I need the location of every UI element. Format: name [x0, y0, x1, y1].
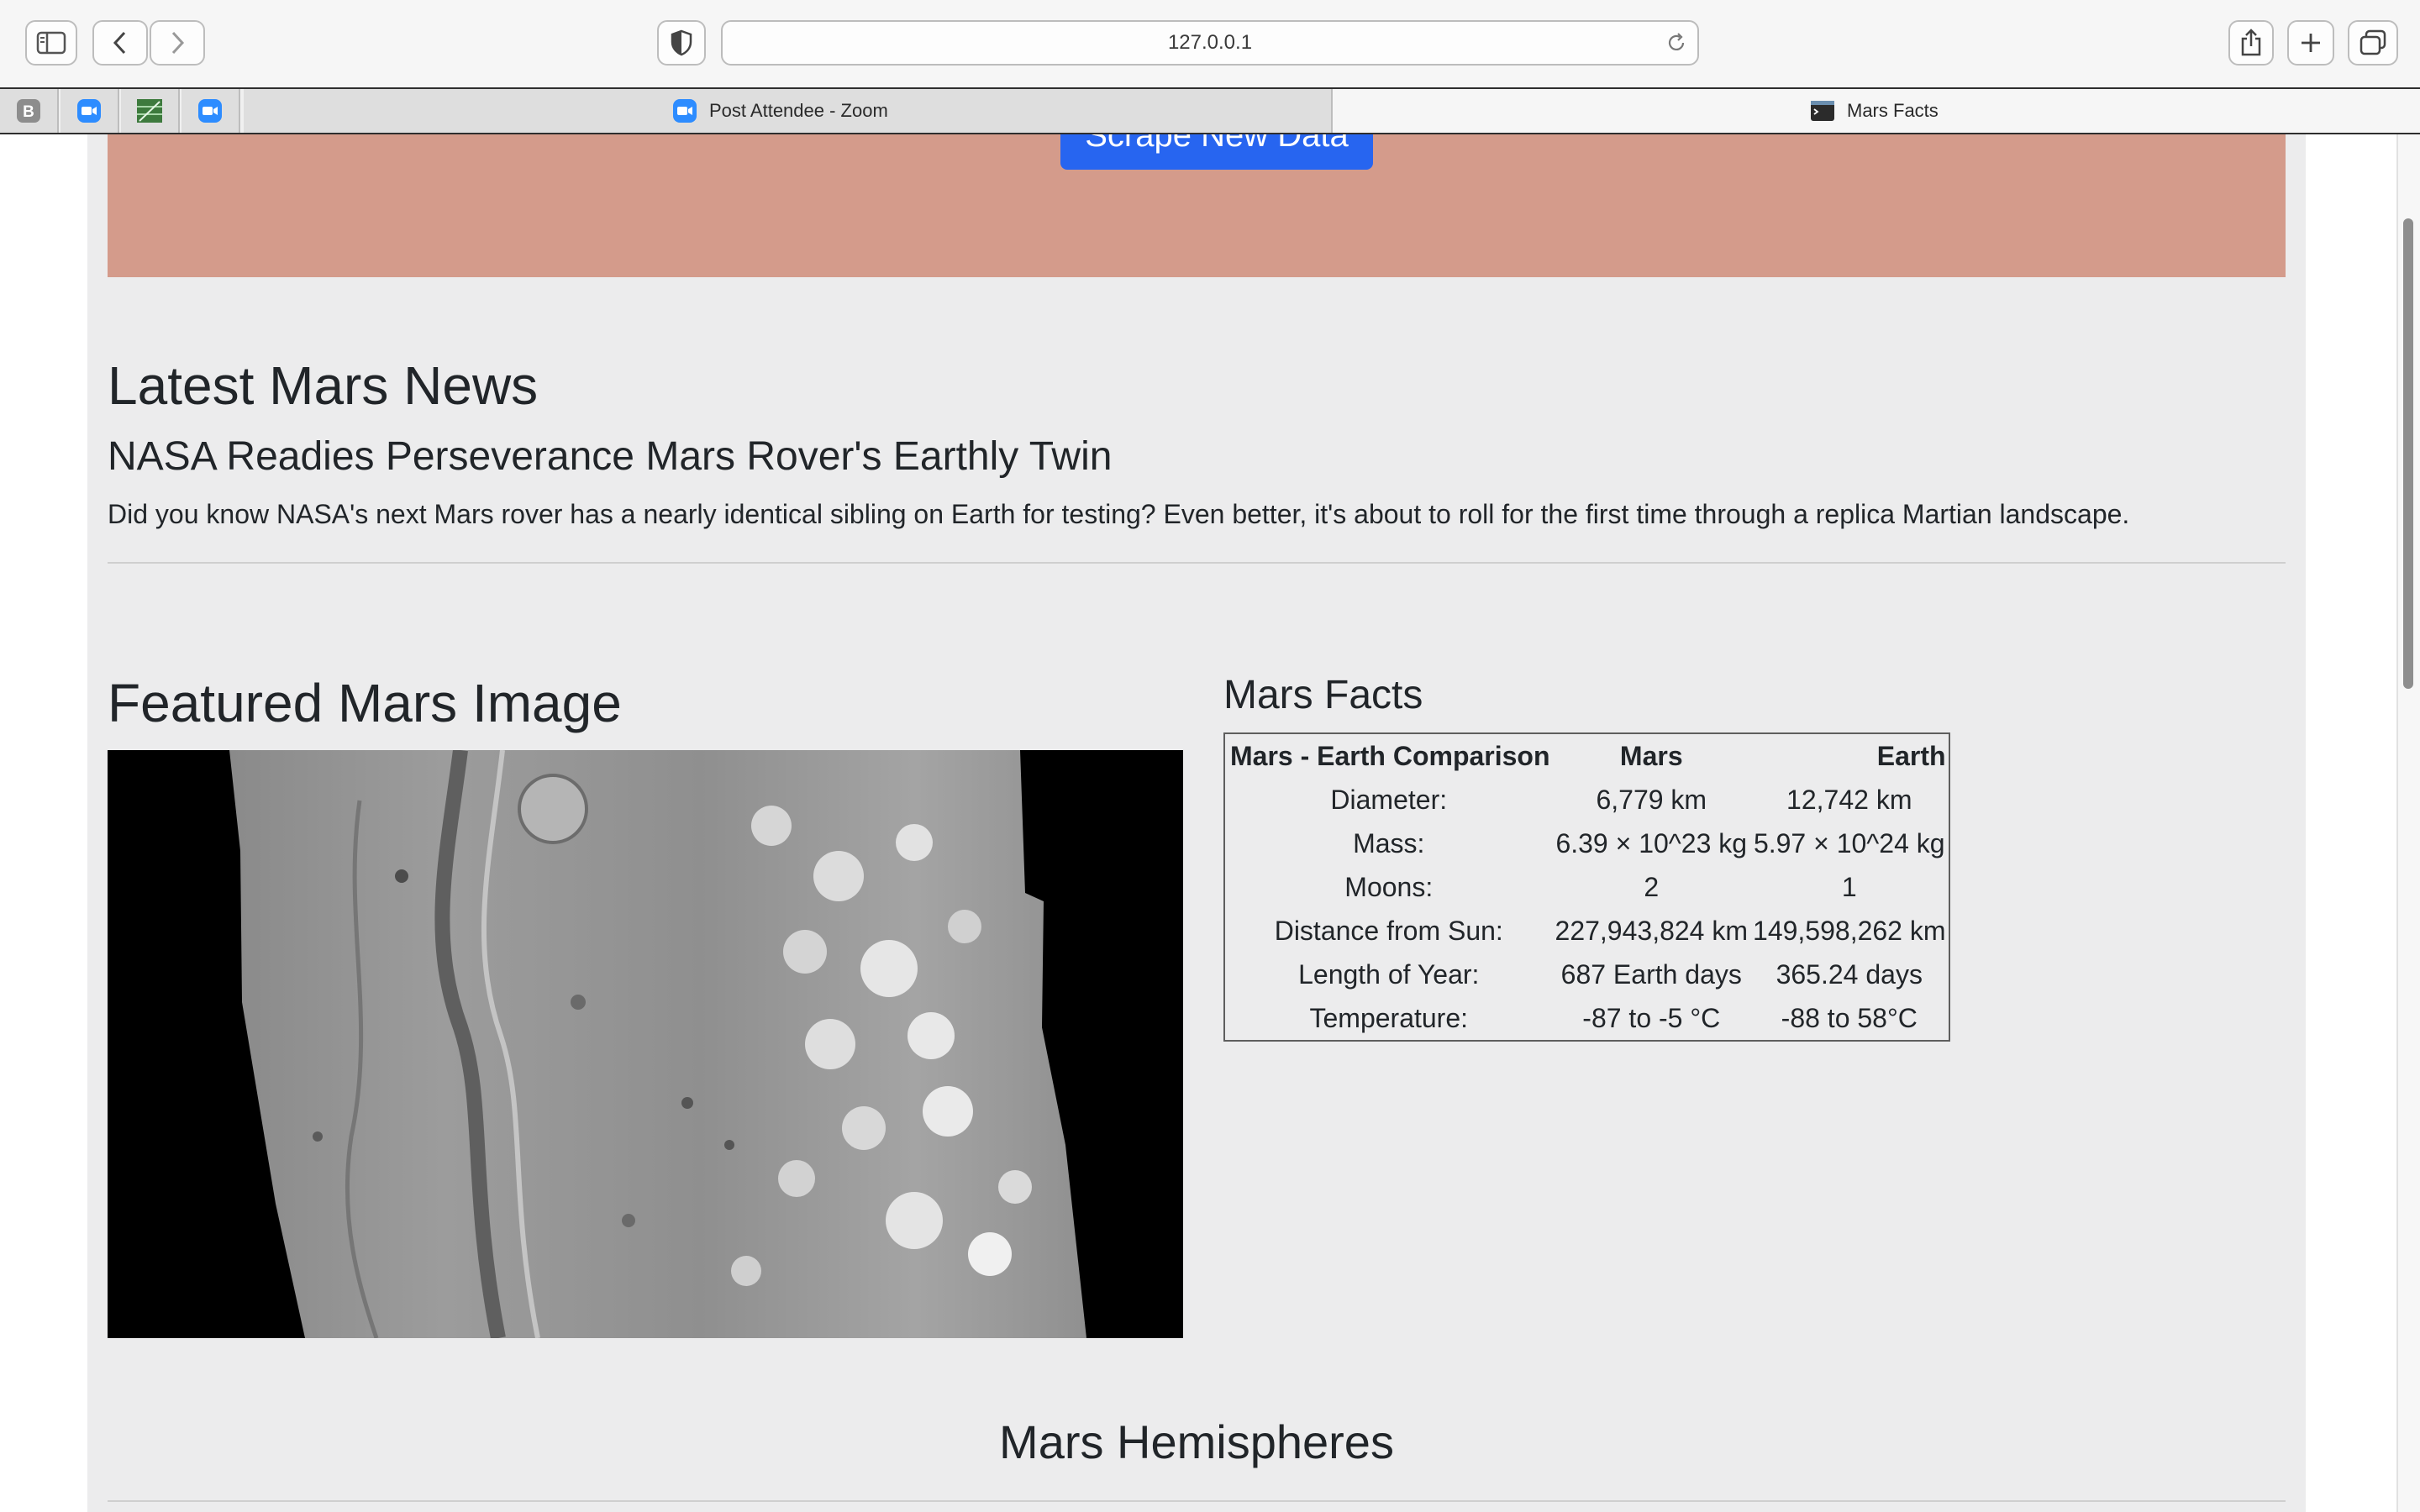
main-container: Scrape New Data Latest Mars News NASA Re…: [87, 134, 2306, 1512]
column-header: Earth: [1876, 740, 1946, 771]
table-cell: Length of Year:: [1298, 958, 1480, 990]
jumbotron: Scrape New Data: [108, 134, 2286, 277]
table-cell: 12,742 km: [1786, 784, 1912, 815]
pinned-tab-zoom-2[interactable]: [182, 89, 240, 133]
tab-post-attendee-zoom[interactable]: Post Attendee - Zoom: [244, 89, 1333, 133]
share-icon: [2241, 29, 2261, 56]
column-header: Mars: [1619, 740, 1683, 771]
new-tab-button[interactable]: [2287, 20, 2334, 66]
table-cell: 5.97 × 10^24 kg: [1753, 827, 1945, 858]
table-cell: Diameter:: [1330, 784, 1448, 815]
scrollbar-thumb[interactable]: [2403, 218, 2413, 689]
pinned-tab-b[interactable]: B: [0, 89, 59, 133]
table-row: Temperature: -87 to -5 °C -88 to 58°C: [1224, 996, 1949, 1041]
table-cell: 687 Earth days: [1560, 958, 1742, 990]
tab-mars-facts[interactable]: Mars Facts: [1333, 89, 2420, 133]
plus-icon: [2302, 34, 2320, 52]
shield-icon: [671, 29, 692, 56]
table-cell: 6.39 × 10^23 kg: [1555, 827, 1748, 858]
reload-icon[interactable]: [1665, 32, 1687, 54]
divider: [108, 562, 2286, 564]
zoom-icon: [198, 99, 222, 123]
tab-label: Mars Facts: [1847, 100, 1939, 121]
sidebar-toggle-button[interactable]: [25, 20, 77, 66]
back-button[interactable]: [92, 20, 148, 66]
tab-overview-button[interactable]: [2348, 20, 2398, 66]
address-bar[interactable]: 127.0.0.1: [721, 20, 1699, 66]
hemispheres-heading: Mars Hemispheres: [999, 1415, 1394, 1468]
browser-toolbar: 127.0.0.1: [0, 0, 2420, 87]
latest-news-heading: Latest Mars News: [108, 355, 539, 416]
svg-text:B: B: [23, 103, 34, 121]
table-cell: 365.24 days: [1776, 958, 1923, 990]
divider: [108, 1500, 2286, 1502]
chevron-right-icon: [171, 31, 185, 55]
page-viewport: Scrape New Data Latest Mars News NASA Re…: [0, 134, 2420, 1512]
forward-button[interactable]: [150, 20, 205, 66]
table-cell: -88 to 58°C: [1781, 1002, 1918, 1033]
privacy-report-button[interactable]: [657, 20, 706, 66]
table-row: Diameter: 6,779 km 12,742 km: [1224, 778, 1949, 822]
b-badge-icon: B: [17, 99, 40, 123]
column-header: Mars - Earth Comparison: [1230, 740, 1550, 771]
table-cell: 2: [1644, 871, 1660, 902]
tab-bar: B Post Attendee - Zoom Mars Facts: [0, 87, 2420, 134]
table-cell: Distance from Sun:: [1274, 915, 1503, 946]
table-cell: Mass:: [1353, 827, 1425, 858]
sidebar-icon: [36, 31, 66, 55]
news-title: NASA Readies Perseverance Mars Rover's E…: [108, 434, 1113, 479]
table-row: Length of Year: 687 Earth days 365.24 da…: [1224, 953, 1949, 996]
table-cell: 149,598,262 km: [1753, 915, 1946, 946]
terminal-icon: [1811, 101, 1834, 121]
mars-facts-table: Mars - Earth Comparison Mars Earth Diame…: [1223, 732, 1950, 1042]
spreadsheet-icon: [137, 99, 162, 123]
table-cell: 1: [1841, 871, 1857, 902]
pinned-tab-sheet[interactable]: [121, 89, 180, 133]
share-button[interactable]: [2228, 20, 2274, 66]
table-cell: -87 to -5 °C: [1582, 1002, 1721, 1033]
table-row: Moons: 2 1: [1224, 865, 1949, 909]
table-cell: Temperature:: [1309, 1002, 1469, 1033]
table-cell: 227,943,824 km: [1555, 915, 1749, 946]
featured-image-heading: Featured Mars Image: [108, 673, 622, 733]
mars-facts-heading: Mars Facts: [1223, 673, 1423, 717]
featured-mars-image: [108, 750, 1183, 1338]
table-row: Distance from Sun: 227,943,824 km 149,59…: [1224, 909, 1949, 953]
table-cell: Moons:: [1344, 871, 1434, 902]
tab-label: Post Attendee - Zoom: [709, 100, 888, 121]
zoom-icon: [77, 99, 101, 123]
tabs-overview-icon: [2360, 29, 2386, 55]
table-cell: 6,779 km: [1596, 784, 1707, 815]
zoom-icon: [673, 99, 697, 123]
news-paragraph: Did you know NASA's next Mars rover has …: [108, 499, 2130, 529]
table-row: Mass: 6.39 × 10^23 kg 5.97 × 10^24 kg: [1224, 822, 1949, 865]
scrape-new-data-button[interactable]: Scrape New Data: [1060, 134, 1373, 170]
chevron-left-icon: [113, 31, 126, 55]
mars-surface-image: [108, 750, 1183, 1338]
url-text: 127.0.0.1: [1167, 31, 1253, 54]
pinned-tab-zoom[interactable]: [60, 89, 119, 133]
table-header-row: Mars - Earth Comparison Mars Earth: [1224, 733, 1949, 778]
